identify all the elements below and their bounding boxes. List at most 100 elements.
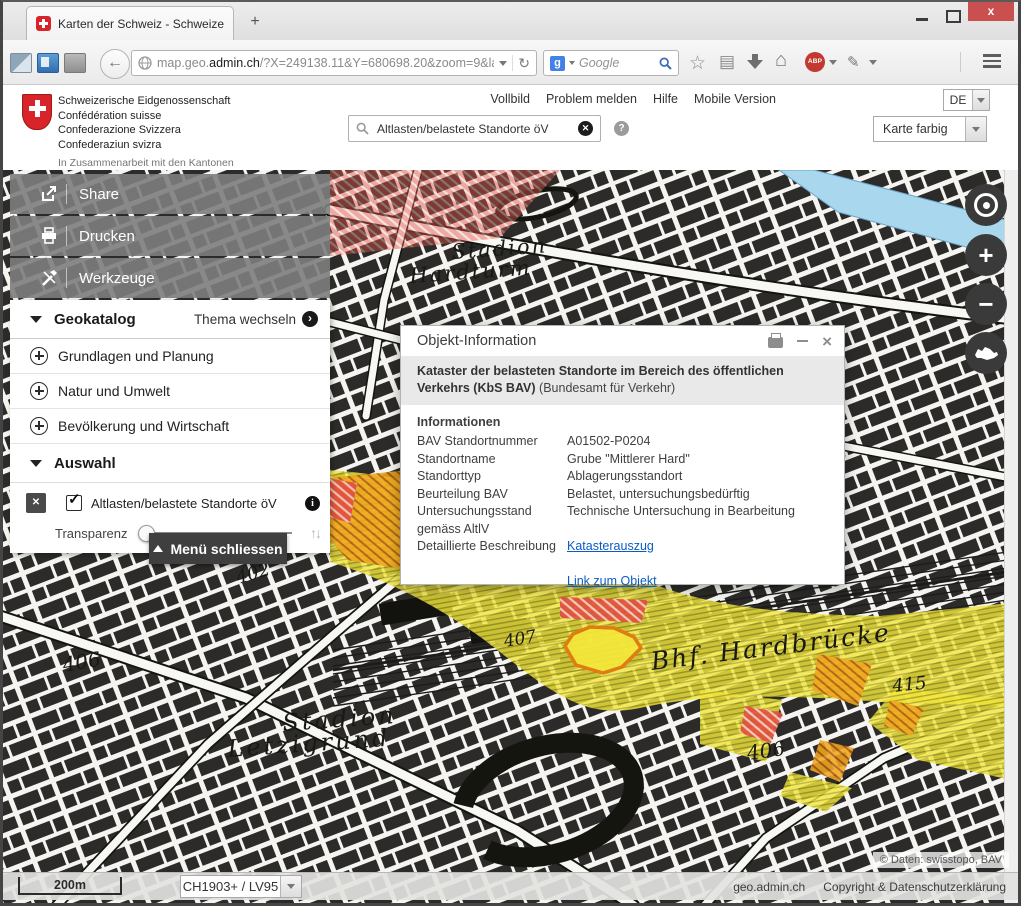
addon-icon-3[interactable] [64, 53, 86, 73]
sidebar-item-werkzeuge[interactable]: Werkzeuge [10, 258, 330, 298]
info-row: Standorttyp Ablagerungsstandort [417, 468, 828, 486]
map-attribution[interactable]: © Daten: swisstopo, BAV [873, 852, 1009, 868]
chevron-down-icon [287, 884, 295, 889]
expand-plus-icon [30, 382, 48, 400]
browser-search-box[interactable]: g Google [543, 50, 679, 76]
print-icon[interactable] [768, 337, 783, 348]
thema-wechseln-link[interactable]: Thema wechseln › [194, 311, 318, 327]
collapse-triangle-icon [30, 460, 42, 467]
url-text: map.geo.admin.ch/?X=249138.11&Y=680698.2… [157, 56, 494, 70]
geokatalog-header[interactable]: Geokatalog Thema wechseln › [10, 300, 330, 339]
adblock-dropdown-icon[interactable] [829, 60, 837, 65]
search-input[interactable] [375, 121, 572, 137]
sidebar: Share Drucken Werkzeuge Geokatalog [10, 174, 330, 553]
sidebar-item-drucken[interactable]: Drucken [10, 216, 330, 256]
language-select[interactable]: DE [943, 89, 990, 111]
chevron-down-icon [972, 127, 980, 132]
browser-toolbar: ← map.geo.admin.ch/?X=249138.11&Y=680698… [0, 40, 1021, 85]
minimize-icon[interactable] [797, 340, 808, 343]
userscript-dropdown-icon[interactable] [869, 60, 877, 65]
expand-plus-icon [30, 347, 48, 365]
link-mobile-version[interactable]: Mobile Version [694, 92, 776, 106]
map-search-field[interactable]: ✕ [348, 115, 601, 142]
info-row: Beurteilung BAV Belastet, untersuchungsb… [417, 486, 828, 504]
close-icon[interactable]: × [822, 333, 832, 350]
link-vollbild[interactable]: Vollbild [490, 92, 530, 106]
collapse-triangle-icon [30, 316, 42, 323]
swiss-coat-of-arms-icon [22, 94, 52, 130]
window-minimize-button[interactable] [916, 18, 928, 21]
popup-body: Informationen BAV Standortnummer A01502-… [401, 405, 844, 600]
switzerland-icon [973, 345, 999, 362]
page-scrollbar[interactable] [1004, 170, 1018, 903]
downloads-icon[interactable] [747, 54, 763, 70]
window-maximize-button[interactable] [946, 10, 961, 23]
back-button[interactable]: ← [100, 49, 130, 79]
addon-icon-1[interactable] [10, 53, 32, 73]
home-icon[interactable]: ⌂ [775, 49, 787, 72]
userscript-icon[interactable]: ✎ [847, 53, 860, 71]
popup-title: Objekt-Information [417, 333, 768, 349]
federal-org-text: Schweizerische Eidgenossenschaft Confédé… [58, 94, 234, 171]
scale-bar: 200m [18, 877, 122, 895]
new-tab-button[interactable]: + [243, 10, 267, 34]
search-engine-dropdown-icon[interactable] [569, 61, 575, 65]
window-titlebar: Karten der Schweiz - Schweize... + x [0, 0, 1021, 40]
crs-select[interactable]: CH1903+ / LV95 [180, 875, 302, 898]
category-grundlagen-und-planung[interactable]: Grundlagen und Planung [10, 339, 330, 374]
layer-reorder-arrows-icon[interactable]: ↑↓ [310, 525, 320, 541]
magnifier-icon[interactable] [659, 57, 672, 70]
chevron-down-icon [977, 98, 985, 103]
globe-icon [138, 56, 152, 70]
info-row: Untersuchungsstand gemäss AltlV Technisc… [417, 503, 828, 538]
category-natur-und-umwelt[interactable]: Natur und Umwelt [10, 374, 330, 409]
zoom-in-button[interactable]: + [965, 234, 1007, 276]
browser-menu-icon[interactable] [983, 54, 1001, 71]
link-hilfe[interactable]: Hilfe [653, 92, 678, 106]
remove-layer-button[interactable]: ✕ [26, 493, 46, 513]
window-close-button[interactable]: x [968, 2, 1014, 21]
katasterauszug-link[interactable]: Katasterauszug [567, 539, 654, 553]
category-bevoelkerung-und-wirtschaft[interactable]: Bevölkerung und Wirtschaft [10, 409, 330, 444]
url-dropdown-icon[interactable] [499, 61, 507, 66]
bookmark-star-icon[interactable]: ☆ [689, 52, 706, 75]
auswahl-header[interactable]: Auswahl [10, 444, 330, 483]
printer-icon [38, 227, 60, 245]
zoom-out-button[interactable]: − [965, 283, 1007, 325]
info-row: Detaillierte Beschreibung Katasterauszug [417, 538, 828, 556]
search-help-icon[interactable]: ? [614, 121, 629, 136]
geolocate-button[interactable] [965, 184, 1007, 226]
search-placeholder: Google [579, 56, 655, 70]
layer-visibility-checkbox[interactable]: ✓ [66, 495, 82, 511]
tools-icon [38, 269, 60, 287]
addon-icon-2[interactable] [37, 53, 59, 73]
google-logo-icon[interactable]: g [550, 56, 565, 71]
url-bar[interactable]: map.geo.admin.ch/?X=249138.11&Y=680698.2… [131, 50, 537, 76]
popup-header[interactable]: Objekt-Information × [401, 326, 844, 356]
geocatalog-panel: Geokatalog Thema wechseln › Grundlagen u… [10, 300, 330, 553]
active-layer-row: ✕ ✓ Altlasten/belastete Standorte öV i [10, 483, 330, 519]
adblock-icon[interactable]: ABP [805, 52, 825, 72]
search-icon [356, 122, 369, 135]
browser-tab[interactable]: Karten der Schweiz - Schweize... [26, 6, 234, 40]
reload-icon[interactable]: ↻ [518, 55, 530, 72]
informationen-heading: Informationen [417, 415, 828, 429]
bookmarks-menu-icon[interactable]: ▤ [719, 52, 735, 72]
geoadmin-link[interactable]: geo.admin.ch [733, 880, 805, 894]
site-header: Schweizerische Eidgenossenschaft Confédé… [0, 85, 1021, 170]
footer-bar: 200m CH1903+ / LV95 geo.admin.ch Copyrig… [0, 872, 1021, 900]
map-style-select[interactable]: Karte farbig [873, 116, 987, 142]
copyright-link[interactable]: Copyright & Datenschutzerklärung [823, 880, 1006, 894]
close-menu-button[interactable]: Menü schliessen [149, 533, 287, 564]
map-label-415: 415 [890, 672, 927, 697]
triangle-up-icon [153, 545, 163, 552]
zoom-to-switzerland-button[interactable] [965, 332, 1007, 374]
clear-search-icon[interactable]: ✕ [578, 121, 593, 136]
layer-info-icon[interactable]: i [305, 496, 320, 511]
cantons-note: In Zusammenarbeit mit den Kantonen [58, 156, 234, 171]
link-zum-objekt-link[interactable]: Link zum Objekt [567, 574, 657, 588]
sidebar-item-share[interactable]: Share [10, 174, 330, 214]
link-problem-melden[interactable]: Problem melden [546, 92, 637, 106]
info-row: BAV Standortnummer A01502-P0204 [417, 433, 828, 451]
header-links: Vollbild Problem melden Hilfe Mobile Ver… [490, 92, 776, 106]
